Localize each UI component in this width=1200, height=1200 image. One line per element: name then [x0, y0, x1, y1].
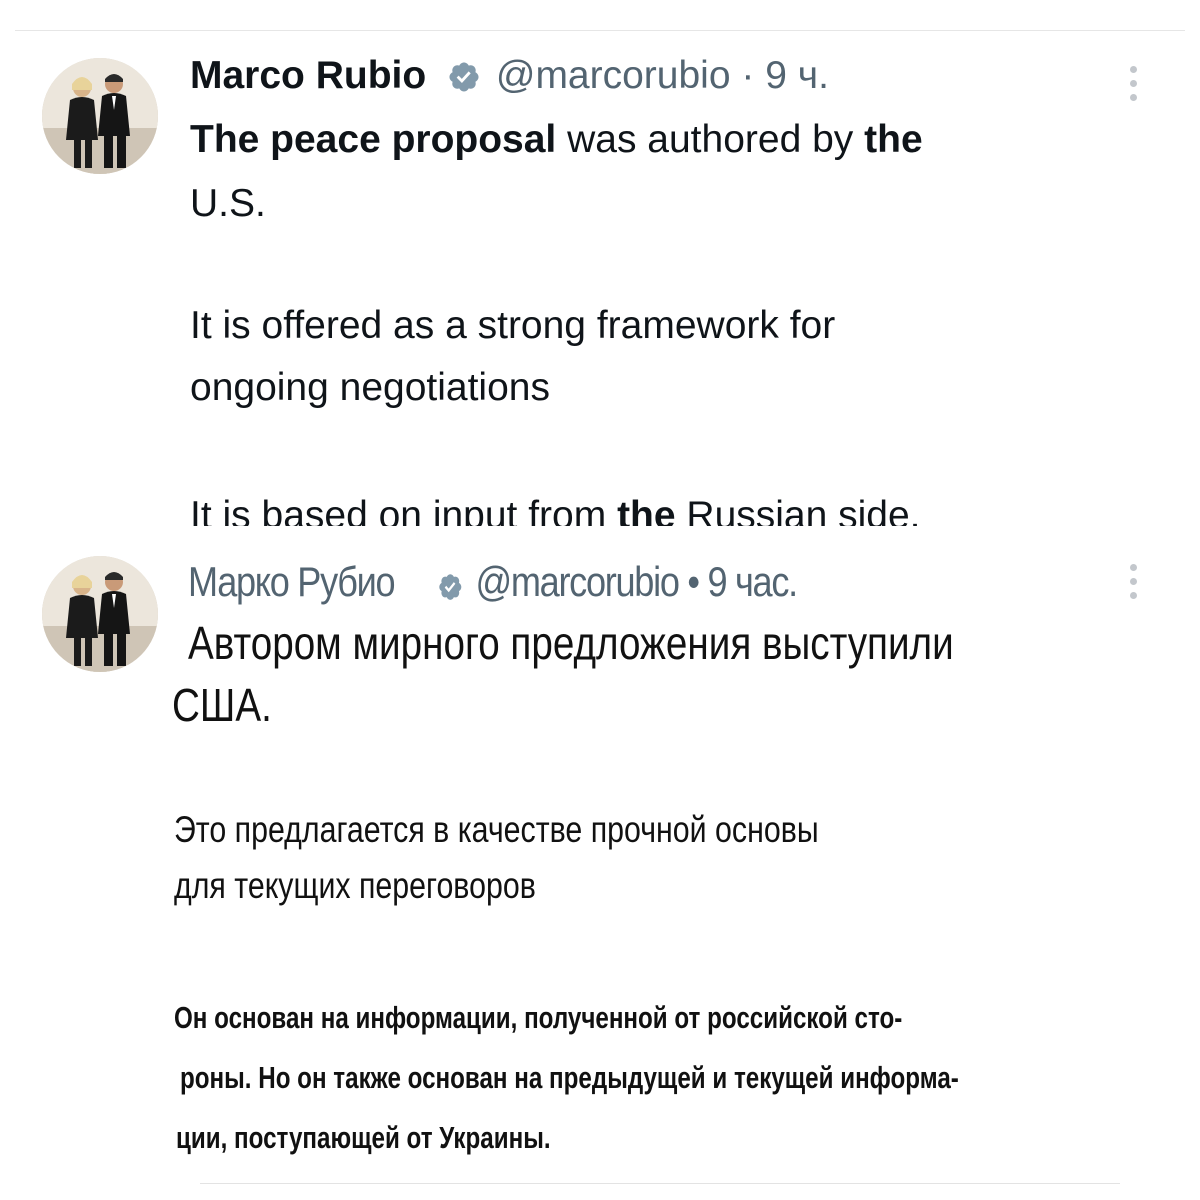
tweet-text-line: роны. Но он также основан на предыдущей …	[180, 1060, 959, 1095]
text-fragment: was authored by	[556, 118, 865, 161]
author-name[interactable]: Марко Рубио	[188, 558, 396, 605]
verified-badge-icon	[439, 574, 462, 600]
bold-text: the	[864, 118, 923, 161]
tweet-header: Марко Рубио @marcorubio • 9 час.	[188, 556, 798, 608]
handle[interactable]: @marcorubio	[496, 54, 731, 97]
handle[interactable]: @marcorubio	[475, 558, 679, 605]
tweet-text-line: U.S.	[190, 182, 266, 225]
avatar-photo	[42, 58, 158, 174]
bold-text: the	[617, 494, 676, 526]
separator: ·	[741, 54, 755, 97]
top-divider	[15, 30, 1185, 31]
separator: •	[687, 558, 700, 605]
tweet-text-line: Автором мирного предложения выступили	[188, 617, 954, 669]
avatar-photo	[42, 556, 158, 672]
tweet-text-line: ongoing negotiations	[190, 366, 550, 409]
tweet-text-line: для текущих переговоров	[174, 865, 536, 906]
author-name[interactable]: Marco Rubio	[190, 54, 426, 97]
verified-badge-icon	[449, 62, 479, 92]
tweet-text-line: Он основан на информации, полученной от …	[174, 1000, 903, 1035]
bottom-divider	[200, 1183, 1120, 1184]
timestamp[interactable]: 9 час.	[707, 558, 798, 605]
bold-text: The peace proposal	[190, 118, 557, 161]
tweet-text-line: Это предлагается в качестве прочной осно…	[174, 809, 819, 850]
more-vertical-icon[interactable]	[1128, 564, 1138, 606]
tweet-text-line: It is offered as a strong framework for	[190, 304, 836, 347]
tweet-text-line: The peace proposal was authored by the	[190, 112, 923, 168]
text-fragment: It is based on input from	[190, 494, 618, 526]
avatar[interactable]	[42, 556, 158, 672]
tweet-header: Marco Rubio @marcorubio · 9 ч.	[190, 50, 829, 102]
timestamp[interactable]: 9 ч.	[765, 54, 829, 97]
more-vertical-icon[interactable]	[1128, 66, 1138, 108]
tweet-text-line: ции, поступающей от Украины.	[176, 1120, 551, 1155]
tweet-text-line-clipped: It is based on input from the Russian si…	[190, 488, 921, 526]
text-fragment: Russian side.	[675, 494, 921, 526]
avatar[interactable]	[42, 58, 158, 174]
tweet-text-line: США.	[172, 679, 272, 731]
